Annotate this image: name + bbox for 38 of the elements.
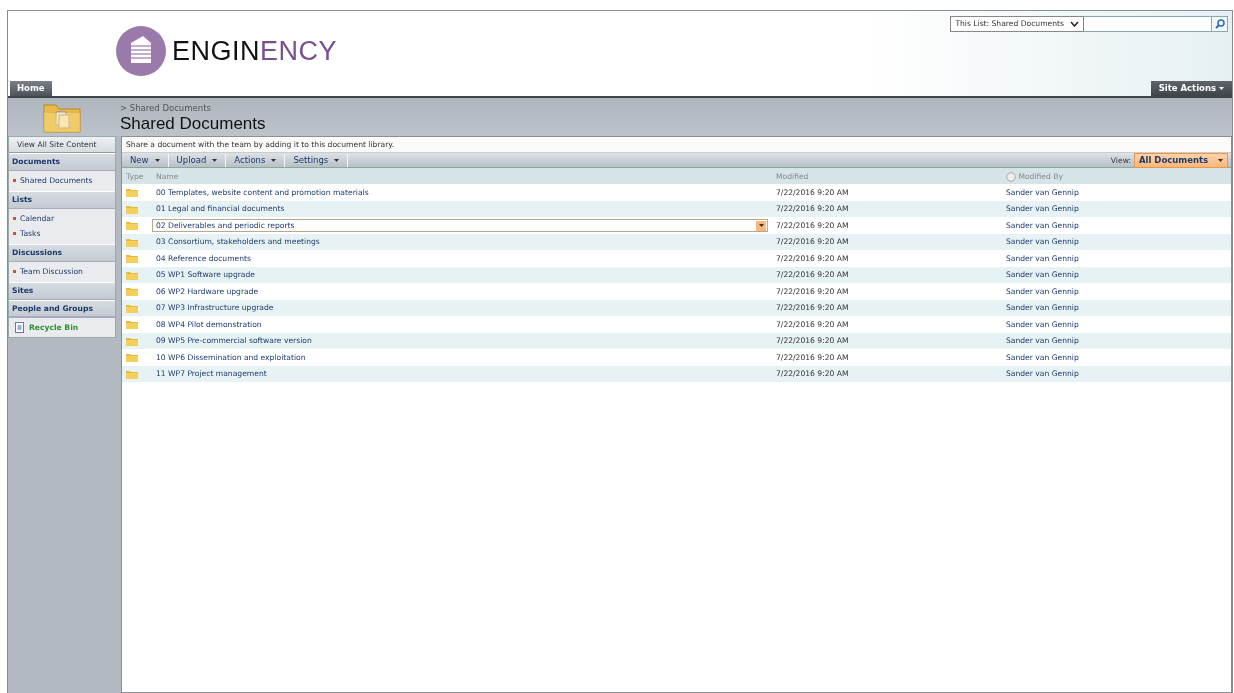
toolbar-menu[interactable]: New [122,154,169,167]
folder-icon [126,204,138,214]
dropdown-button[interactable] [756,220,766,231]
folder-icon [126,237,138,247]
search-button[interactable] [1212,16,1228,32]
folder-icon [126,320,138,330]
toolbar-menu[interactable]: Actions [226,154,286,167]
folder-icon [126,287,138,297]
folder-icon [126,221,138,231]
logo-text: ENGINENCY [172,34,338,68]
folder-icon [126,353,138,363]
page-title: Shared Documents [120,114,266,134]
folder-icon [126,188,138,198]
chevron-down-icon [1070,21,1079,27]
caret-icon [334,158,340,162]
site-actions-button[interactable]: Site Actions [1150,81,1232,96]
caret-icon [212,158,218,162]
view-dropdown[interactable]: All Documents [1134,153,1228,168]
folder-icon [126,369,138,379]
caret-icon [154,158,160,162]
folder-icon [126,270,138,280]
folder-icon [43,101,81,133]
folder-icon [126,303,138,313]
caret-icon [1219,87,1224,91]
nav-tab[interactable]: Home [10,81,52,96]
recycle-bin-icon [15,322,24,334]
breadcrumb[interactable]: > Shared Documents [120,102,266,115]
search-icon [1214,19,1225,29]
folder-icon [126,254,138,264]
folder-icon [126,336,138,346]
presence-icon [1006,171,1016,182]
caret-icon [271,158,277,162]
search-field[interactable] [1084,16,1212,32]
caret-icon [758,224,764,228]
caret-icon [1218,158,1223,162]
logo-icon [116,26,166,76]
toolbar-menu[interactable]: Upload [168,154,227,167]
toolbar-menu[interactable]: Settings [285,154,349,167]
